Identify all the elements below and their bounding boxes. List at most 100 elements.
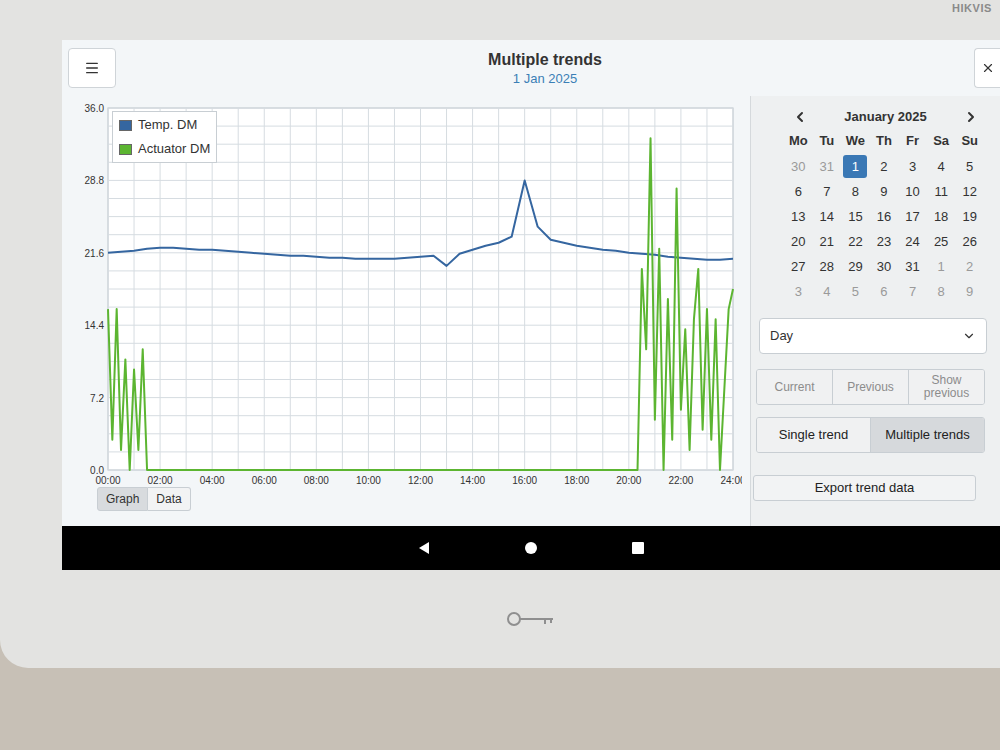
- day-number: 8: [843, 180, 867, 203]
- day-cell[interactable]: 4: [927, 155, 956, 178]
- day-cell[interactable]: 19: [955, 205, 984, 228]
- day-number: 27: [786, 255, 810, 278]
- week-row: 6789101112: [784, 179, 984, 204]
- day-number: 14: [815, 205, 839, 228]
- day-cell[interactable]: 3: [784, 280, 813, 303]
- view-tab[interactable]: Data: [148, 487, 190, 511]
- day-number: 26: [958, 230, 982, 253]
- day-number: 9: [872, 180, 896, 203]
- week-row: 303112345: [784, 154, 984, 179]
- day-cell[interactable]: 31: [813, 155, 842, 178]
- day-cell[interactable]: 30: [870, 255, 899, 278]
- day-number: 13: [786, 205, 810, 228]
- day-cell[interactable]: 5: [955, 155, 984, 178]
- day-number: 1: [929, 255, 953, 278]
- day-cell[interactable]: 6: [870, 280, 899, 303]
- day-number: 4: [929, 155, 953, 178]
- menu-icon: [84, 60, 100, 76]
- day-cell[interactable]: 6: [784, 180, 813, 203]
- day-number: 21: [815, 230, 839, 253]
- day-cell[interactable]: 7: [813, 180, 842, 203]
- day-cell[interactable]: 25: [927, 230, 956, 253]
- next-month-icon[interactable]: [963, 109, 979, 125]
- day-cell[interactable]: 15: [841, 205, 870, 228]
- day-cell[interactable]: 4: [813, 280, 842, 303]
- weekday: Sa: [927, 131, 956, 151]
- day-cell[interactable]: 21: [813, 230, 842, 253]
- week-row: 13141516171819: [784, 204, 984, 229]
- home-icon[interactable]: [524, 541, 538, 555]
- day-cell[interactable]: 2: [955, 255, 984, 278]
- recents-icon[interactable]: [631, 541, 645, 555]
- day-number: 16: [872, 205, 896, 228]
- day-cell[interactable]: 17: [898, 205, 927, 228]
- period-select[interactable]: Day: [759, 318, 987, 354]
- day-cell[interactable]: 13: [784, 205, 813, 228]
- day-number: 7: [815, 180, 839, 203]
- day-cell[interactable]: 8: [927, 280, 956, 303]
- day-cell[interactable]: 9: [870, 180, 899, 203]
- side-panel: January 2025MoTuWeThFrSaSu30311234567891…: [750, 96, 1000, 526]
- period-value: Day: [770, 326, 793, 346]
- day-cell[interactable]: 7: [898, 280, 927, 303]
- export-button[interactable]: Export trend data: [753, 475, 976, 501]
- page-title: Multiple trends: [488, 50, 602, 70]
- day-cell[interactable]: 3: [898, 155, 927, 178]
- nav-button[interactable]: Current: [757, 370, 832, 404]
- day-cell[interactable]: 22: [841, 230, 870, 253]
- day-number: 30: [786, 155, 810, 178]
- prev-month-icon[interactable]: [792, 109, 808, 125]
- month-label: January 2025: [844, 107, 926, 127]
- day-cell[interactable]: 20: [784, 230, 813, 253]
- day-cell[interactable]: 18: [927, 205, 956, 228]
- day-cell[interactable]: 1: [841, 155, 870, 178]
- back-icon[interactable]: [417, 541, 431, 555]
- day-cell[interactable]: 9: [955, 280, 984, 303]
- week-row: 20212223242526: [784, 229, 984, 254]
- menu-button[interactable]: [68, 48, 116, 88]
- day-cell[interactable]: 30: [784, 155, 813, 178]
- day-cell[interactable]: 29: [841, 255, 870, 278]
- day-number: 3: [901, 155, 925, 178]
- day-cell[interactable]: 8: [841, 180, 870, 203]
- day-number: 19: [958, 205, 982, 228]
- legend-item: Actuator DM: [119, 140, 210, 158]
- week-row: 272829303112: [784, 254, 984, 279]
- day-cell[interactable]: 5: [841, 280, 870, 303]
- day-cell[interactable]: 26: [955, 230, 984, 253]
- view-tab[interactable]: Graph: [97, 487, 148, 511]
- day-number: 24: [901, 230, 925, 253]
- day-cell[interactable]: 24: [898, 230, 927, 253]
- mode-tab[interactable]: Multiple trends: [870, 418, 984, 452]
- close-icon: [981, 61, 995, 75]
- legend-item: Temp. DM: [119, 116, 210, 134]
- key-icon[interactable]: [505, 609, 557, 629]
- day-cell[interactable]: 14: [813, 205, 842, 228]
- calendar-header: January 2025: [784, 106, 987, 128]
- day-number: 5: [843, 280, 867, 303]
- day-cell[interactable]: 27: [784, 255, 813, 278]
- x-tick: 02:00: [148, 475, 173, 486]
- close-button[interactable]: [974, 48, 1000, 88]
- x-tick: 14:00: [460, 475, 485, 486]
- day-number: 25: [929, 230, 953, 253]
- day-cell[interactable]: 28: [813, 255, 842, 278]
- day-cell[interactable]: 10: [898, 180, 927, 203]
- mode-tab[interactable]: Single trend: [757, 418, 870, 452]
- x-tick: 00:00: [95, 475, 120, 486]
- day-cell[interactable]: 1: [927, 255, 956, 278]
- brand-logo: HIKVIS: [952, 2, 992, 15]
- series-line: [108, 180, 733, 265]
- weekday: We: [841, 131, 870, 151]
- calendar: January 2025MoTuWeThFrSaSu30311234567891…: [751, 106, 987, 304]
- nav-button[interactable]: Show previous: [908, 370, 984, 404]
- x-tick: 20:00: [616, 475, 641, 486]
- day-cell[interactable]: 11: [927, 180, 956, 203]
- nav-button[interactable]: Previous: [832, 370, 908, 404]
- chart-panel: 36.028.821.614.47.20.000:0002:0004:0006:…: [62, 96, 750, 526]
- day-cell[interactable]: 2: [870, 155, 899, 178]
- day-cell[interactable]: 12: [955, 180, 984, 203]
- day-cell[interactable]: 31: [898, 255, 927, 278]
- day-cell[interactable]: 23: [870, 230, 899, 253]
- day-cell[interactable]: 16: [870, 205, 899, 228]
